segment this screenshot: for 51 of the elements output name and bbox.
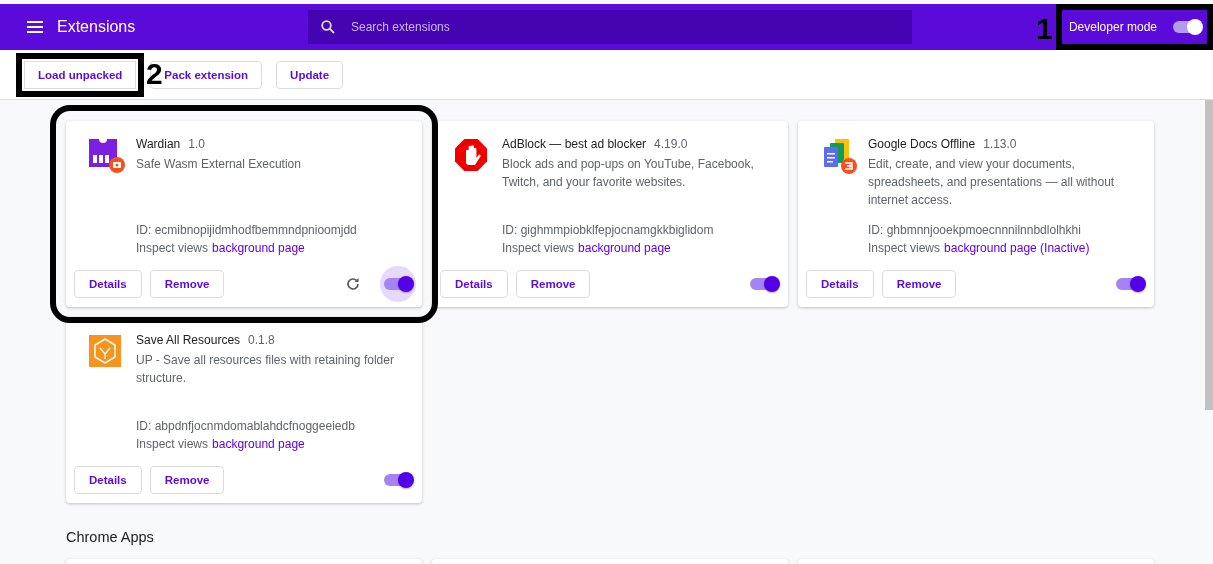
inspect-views-label: Inspect views [136,240,209,257]
inspect-views-label: Inspect views [868,240,941,257]
extension-description: Edit, create, and view your documents, spreadsheets, and presentations — all without internet access. [868,156,1116,209]
remove-button[interactable]: Remove [515,270,591,298]
details-button[interactable]: Details [806,270,874,298]
extension-id: ID: abpdnfjocnmdomablahdcfnoggeeiedb [136,418,356,435]
section-heading: Chrome Apps [66,529,155,545]
background-page-link[interactable]: background page [212,239,305,257]
extension-logo-icon [89,139,125,173]
developer-mode-toggle[interactable] [1173,21,1201,33]
extension-description: UP - Save all resources files with retaining folder structure. [136,352,395,387]
search-icon [321,20,335,34]
search-field[interactable]: Search extensions [308,10,912,44]
reload-icon[interactable] [346,277,360,291]
step-number: 1 [1036,14,1053,44]
extension-id: ID: ghbmnnjooekpmoecnnnilnnbdlolhkhi [868,222,1082,239]
inspect-views-label: Inspect views [502,240,575,257]
toolbar-button[interactable]: Load unpacked [16,52,145,97]
details-button[interactable]: Details [74,466,142,494]
search-input[interactable]: Search extensions [349,19,753,35]
stop-hand-icon [455,139,487,171]
remove-button[interactable]: Remove [149,270,225,298]
extension-version: 1.0 [188,137,205,151]
extension-id: ID: ecmibnopijidmhodfbemmndpnioomjdd [136,222,358,239]
extension-name: Wardian [136,137,181,151]
menu-icon[interactable] [27,21,43,33]
extension-description: Safe Wasm External Execution [136,156,302,173]
extension-description: Block ads and pop-ups on YouTube, Facebook, Twitch, and your favorite websites. [502,156,755,191]
extension-toggle[interactable] [1116,278,1144,290]
background-page-link[interactable]: background page [578,239,671,257]
extension-toggle[interactable] [750,278,778,290]
toolbar-button[interactable]: Update [276,60,344,89]
extension-version: 1.13.0 [983,137,1017,151]
extension-toggle[interactable] [384,474,412,486]
extension-toggle[interactable] [384,278,412,290]
remove-button[interactable]: Remove [881,270,957,298]
extension-version: 4.19.0 [654,137,688,151]
background-page-link[interactable]: background page (Inactive) [944,239,1090,257]
extension-name: Save All Resources [136,333,241,347]
extension-id: ID: gighmmpiobklfepjocnamgkkbiglidom [502,222,715,239]
extension-name: Google Docs Offline [868,137,976,151]
background-page-link[interactable]: background page [212,435,305,453]
details-button[interactable]: Details [74,270,142,298]
remove-button[interactable]: Remove [149,466,225,494]
inspect-views-label: Inspect views [136,436,209,453]
details-button[interactable]: Details [440,270,508,298]
hexagon-logo-icon [89,335,121,367]
developer-mode-label: Developer mode [1068,20,1157,34]
extension-version: 0.1.8 [248,333,275,347]
extension-name: AdBlock — best ad blocker [502,137,647,151]
page-title: Extensions [57,18,136,36]
